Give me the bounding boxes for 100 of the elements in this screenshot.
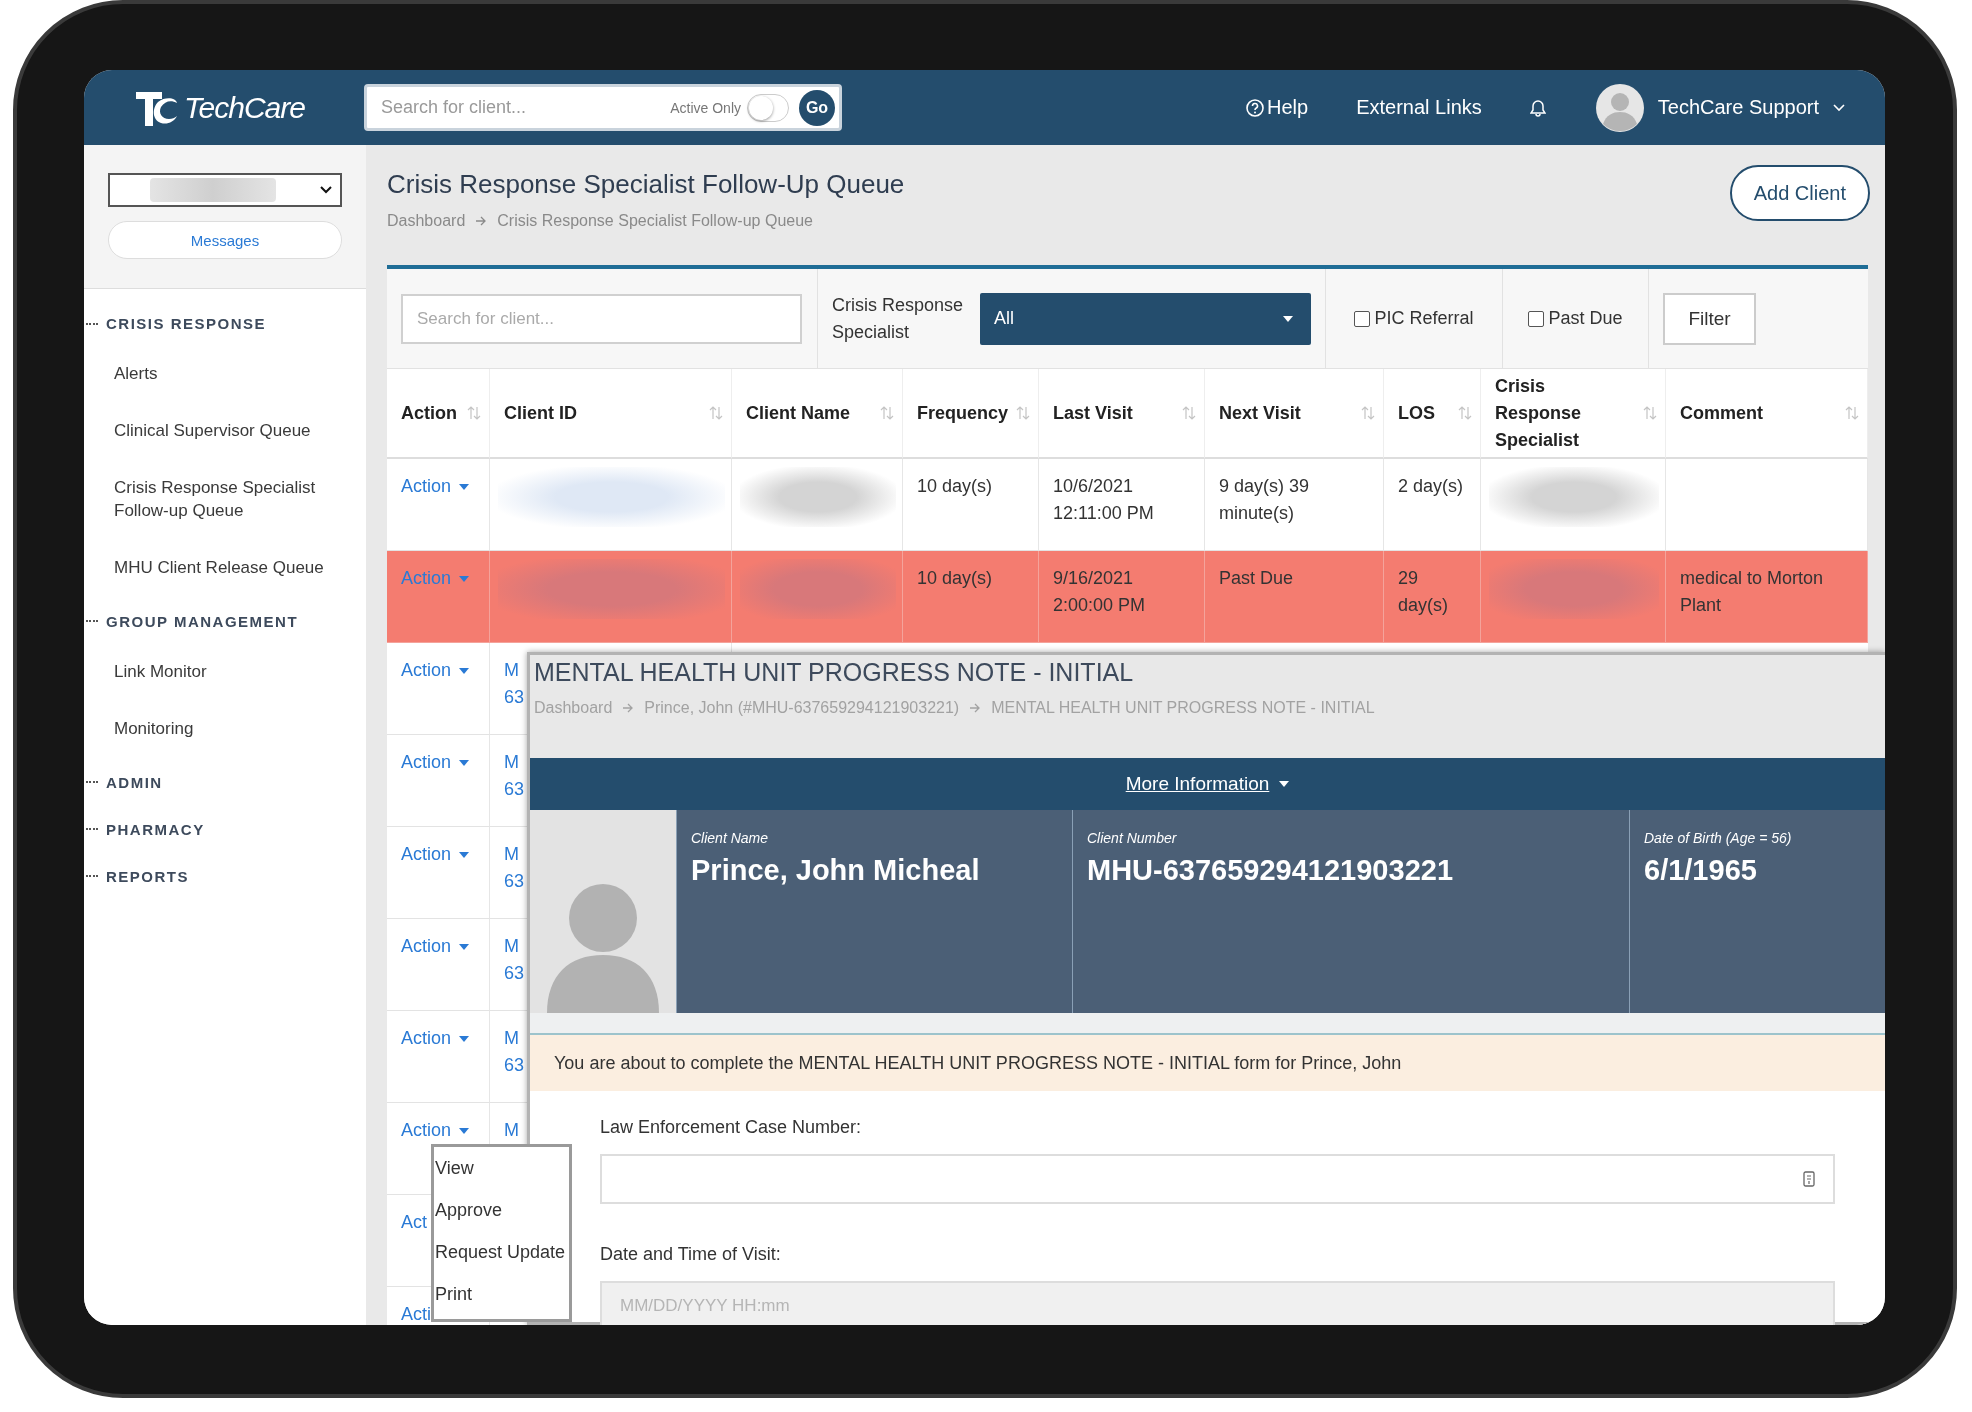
- breadcrumb-item: Crisis Response Specialist Follow-up Queue: [497, 212, 813, 230]
- caret-icon: [459, 667, 470, 674]
- menu-item[interactable]: Request Update: [434, 1231, 569, 1273]
- client-id-link[interactable]: M 63: [504, 841, 525, 895]
- field-value: Prince, John Micheal: [691, 854, 981, 887]
- table-cell: 10 day(s): [903, 551, 1039, 643]
- nav-section-title[interactable]: GROUP MANAGEMENT: [106, 613, 299, 630]
- notice-text: You are about to complete the MENTAL HEALTH UNIT PROGRESS NOTE - INITIAL form for Prince, John: [554, 1052, 1402, 1074]
- nav-item[interactable]: Link Monitor: [114, 660, 349, 684]
- external-links-link[interactable]: External Links: [1356, 96, 1482, 119]
- page-title: Crisis Response Specialist Follow-Up Queue: [387, 169, 905, 200]
- caret-icon: [459, 1035, 470, 1042]
- sort-icon[interactable]: [1643, 405, 1657, 421]
- client-id-link[interactable]: M: [504, 1117, 519, 1144]
- form-title: MENTAL HEALTH UNIT PROGRESS NOTE - INITIAL: [534, 658, 1135, 687]
- caret-icon: [459, 851, 470, 858]
- caret-icon: [459, 1127, 470, 1134]
- nav-section-title[interactable]: ADMIN: [106, 773, 163, 791]
- tree-line: [86, 620, 98, 623]
- caret-icon: [459, 575, 470, 582]
- client-id-link[interactable]: M 63: [504, 657, 525, 711]
- table-cell: 10 day(s): [903, 459, 1039, 551]
- nav-item[interactable]: Clinical Supervisor Queue: [114, 418, 349, 443]
- go-button[interactable]: Go: [799, 89, 835, 126]
- sort-icon[interactable]: [709, 405, 723, 421]
- field-value: MHU-637659294121903221: [1087, 854, 1454, 887]
- bell-icon[interactable]: [1529, 98, 1546, 117]
- checkbox[interactable]: [1354, 310, 1371, 327]
- more-information-link[interactable]: More Information: [1125, 773, 1290, 795]
- nav-section-title[interactable]: CRISIS RESPONSE: [106, 315, 267, 332]
- toggle-switch[interactable]: [747, 93, 789, 122]
- brand-name: TechCare: [184, 90, 305, 125]
- menu-item[interactable]: View: [434, 1147, 569, 1189]
- sort-icon[interactable]: [1182, 405, 1196, 421]
- caret-icon: [459, 759, 470, 766]
- client-id-link[interactable]: M 63: [504, 933, 525, 987]
- card-icon: [1803, 1171, 1815, 1187]
- breadcrumb-item: MENTAL HEALTH UNIT PROGRESS NOTE - INITIAL: [991, 699, 1375, 717]
- avatar-icon[interactable]: [1595, 83, 1644, 132]
- checkbox[interactable]: [1528, 310, 1545, 327]
- input-field[interactable]: [600, 1154, 1835, 1204]
- caret-icon: [459, 483, 470, 490]
- action-link[interactable]: Acti: [401, 1301, 431, 1325]
- sort-icon[interactable]: [1361, 405, 1375, 421]
- caret-icon: [1283, 315, 1293, 322]
- caret-icon: [1279, 781, 1290, 787]
- toggle-label: Active Only: [670, 99, 741, 116]
- action-link[interactable]: Action: [401, 1117, 470, 1144]
- action-link[interactable]: Action: [401, 749, 470, 776]
- field-value: 6/1/1965: [1644, 854, 1758, 887]
- user-name[interactable]: TechCare Support: [1657, 96, 1819, 119]
- checkbox-label[interactable]: PIC Referral: [1374, 308, 1474, 329]
- action-link[interactable]: Action: [401, 933, 470, 960]
- nav-item[interactable]: MHU Client Release Queue: [114, 556, 349, 580]
- client-id-link[interactable]: M 63: [504, 1025, 525, 1079]
- sort-icon[interactable]: [880, 405, 894, 421]
- search-field[interactable]: Search for client...: [401, 293, 802, 344]
- add-client-button[interactable]: Add Client: [1729, 165, 1870, 221]
- sort-icon[interactable]: [1458, 405, 1472, 421]
- checkbox-label[interactable]: Past Due: [1548, 308, 1623, 329]
- menu-item[interactable]: Approve: [434, 1189, 569, 1231]
- client-id-link[interactable]: M 63: [504, 749, 525, 803]
- caret-icon: [459, 943, 470, 950]
- nav-item[interactable]: Crisis Response Specialist Follow-up Queue: [114, 475, 349, 524]
- arrow-icon: [969, 703, 982, 713]
- filter-button[interactable]: Filter: [1663, 292, 1756, 345]
- sort-icon[interactable]: [1016, 405, 1030, 421]
- menu-item[interactable]: Print: [434, 1273, 569, 1315]
- field-label: Date and Time of Visit:: [600, 1244, 782, 1265]
- field-label: Law Enforcement Case Number:: [600, 1117, 863, 1138]
- tree-line: [86, 322, 98, 325]
- tree-line: [86, 781, 98, 784]
- action-link[interactable]: Action: [401, 657, 470, 684]
- chevron-down-icon[interactable]: [1833, 103, 1845, 112]
- table-cell: medical to Morton Plant: [1666, 551, 1868, 643]
- messages-button[interactable]: Messages: [108, 221, 342, 259]
- sort-icon[interactable]: [1845, 405, 1859, 421]
- search-field[interactable]: Search for client... Active Only Go: [364, 84, 842, 131]
- field-label: Date of Birth (Age = 56): [1644, 830, 1793, 846]
- nav-section-title[interactable]: REPORTS: [106, 867, 189, 885]
- table-cell: 2 day(s): [1384, 459, 1481, 551]
- table-cell: Past Due: [1205, 551, 1384, 643]
- action-link[interactable]: Action: [401, 841, 470, 868]
- table-cell: 9 day(s) 39 minute(s): [1205, 459, 1384, 551]
- action-link[interactable]: Action: [401, 473, 470, 500]
- tree-line: [86, 875, 98, 878]
- action-link[interactable]: Action: [401, 1025, 470, 1052]
- help-link[interactable]: Help: [1246, 96, 1309, 119]
- nav-item[interactable]: Monitoring: [114, 716, 349, 741]
- sort-icon[interactable]: [467, 405, 481, 421]
- tree-line: [86, 828, 98, 831]
- nav-section-title[interactable]: PHARMACY: [106, 820, 205, 838]
- table-cell: 10/6/2021 12:11:00 PM: [1039, 459, 1205, 551]
- table-cell: 9/16/2021 2:00:00 PM: [1039, 551, 1205, 643]
- nav-item[interactable]: Alerts: [114, 362, 349, 386]
- action-link[interactable]: Act: [401, 1209, 427, 1236]
- field-label: Client Name: [691, 830, 770, 846]
- chevron-down-icon: [320, 186, 332, 194]
- specialist-select[interactable]: All: [980, 292, 1311, 345]
- site-select[interactable]: [108, 173, 342, 207]
